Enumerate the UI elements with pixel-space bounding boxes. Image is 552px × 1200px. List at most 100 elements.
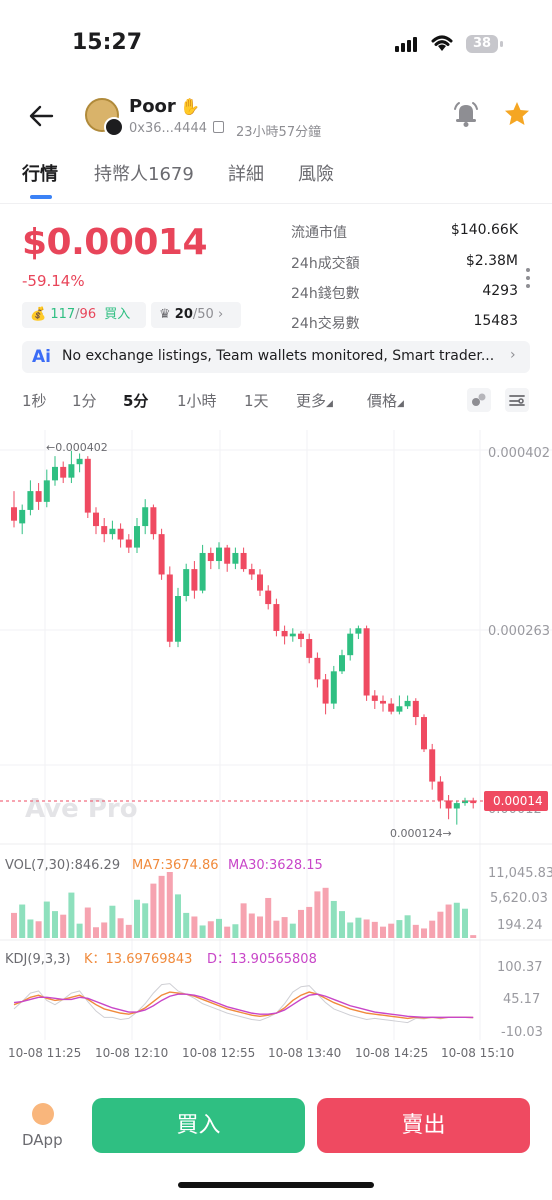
candle-body	[125, 539, 132, 548]
more-vertical-icon[interactable]	[524, 266, 532, 290]
timeframe-1d[interactable]: 1天	[244, 390, 269, 411]
volume-bar	[216, 918, 222, 938]
volume-bar	[84, 907, 91, 938]
kdj-d: D：13.90565808	[207, 952, 317, 967]
volume-bar	[240, 903, 247, 938]
candle-body	[330, 671, 337, 704]
volume-bar	[281, 917, 288, 938]
caret-down-icon: ◢	[397, 399, 404, 409]
buy-button[interactable]: 買入	[92, 1098, 305, 1153]
volume-bar	[388, 923, 395, 938]
kdj-j-line	[13, 983, 474, 1024]
crown-icon: ♛	[159, 307, 171, 322]
candle-body	[11, 507, 17, 521]
kdj-d-line	[13, 993, 474, 1019]
time-axis-label: 10-08 12:10	[95, 1046, 168, 1060]
hand-icon: ✋	[180, 97, 200, 116]
volume-bar	[19, 904, 26, 938]
candle-body	[93, 512, 99, 527]
home-indicator	[178, 1182, 374, 1188]
dapp-label[interactable]: DApp	[22, 1131, 63, 1149]
volume-bar	[289, 923, 296, 938]
chevron-right-icon: ›	[510, 347, 516, 363]
volume-bar	[166, 872, 173, 938]
chevron-right-icon: ›	[217, 307, 224, 322]
timeframe-1m[interactable]: 1分	[72, 390, 97, 411]
tab-risk[interactable]: 風險	[298, 160, 334, 186]
token-name: Poor	[129, 96, 176, 117]
volume-bar	[183, 912, 190, 938]
candle-body	[199, 552, 206, 591]
volume-bar	[396, 920, 403, 938]
tab-holders[interactable]: 持幣人1679	[94, 160, 194, 186]
settings-sliders-icon	[509, 395, 525, 406]
candle-body	[117, 528, 124, 540]
candle-body	[240, 552, 247, 570]
stat-label-wallets: 24h錢包數	[291, 286, 360, 302]
candle-body	[150, 507, 157, 535]
price-mode-select[interactable]: 價格◢	[367, 390, 404, 411]
volume-bar	[429, 920, 436, 938]
copy-icon[interactable]	[213, 121, 224, 133]
volume-bar	[35, 921, 42, 938]
volume-bar	[109, 905, 116, 938]
price-chart[interactable]: Ave Pro ←0.000402 0.000124→ 0.000402 0.0…	[0, 420, 552, 1070]
timeframe-1s[interactable]: 1秒	[22, 390, 47, 411]
volume-bar	[380, 926, 386, 938]
buy-sell-pill[interactable]: 💰 117/96 買入	[22, 302, 146, 328]
kdj-axis-label: 100.37	[497, 960, 543, 975]
tab-details[interactable]: 詳細	[228, 160, 264, 186]
indicator-toggle-button[interactable]	[467, 388, 491, 412]
candle-body	[273, 604, 280, 631]
volume-bar	[207, 921, 214, 938]
tab-market[interactable]: 行情	[22, 160, 58, 186]
volume-bar	[347, 922, 354, 938]
timeframe-5m[interactable]: 5分	[123, 390, 148, 411]
moneybag-icon: 💰	[30, 307, 47, 322]
kdj-axis-label: -10.03	[501, 1025, 543, 1040]
status-time: 15:27	[72, 30, 143, 55]
sellers-count: 96	[79, 307, 97, 322]
candle-body	[224, 547, 231, 564]
volume-bar	[158, 875, 165, 938]
candle-body	[175, 596, 181, 642]
time-axis-label: 10-08 14:25	[355, 1046, 428, 1060]
candle-body	[76, 458, 83, 465]
back-arrow-icon[interactable]	[28, 104, 54, 128]
current-price: $0.00014	[22, 222, 208, 263]
candle-body	[298, 633, 304, 640]
volume-bar	[93, 927, 99, 938]
time-axis-label: 10-08 12:55	[182, 1046, 255, 1060]
timeframe-more[interactable]: 更多◢	[296, 390, 333, 411]
kdj-lines	[13, 983, 474, 1024]
time-axis-label: 10-08 15:10	[441, 1046, 514, 1060]
volume-bar	[273, 920, 280, 938]
candle-body	[101, 526, 108, 535]
stat-label-trades: 24h交易數	[291, 316, 360, 332]
token-address[interactable]: 0x36...4444	[129, 121, 207, 136]
bell-icon[interactable]	[452, 100, 480, 128]
candle-body	[380, 700, 386, 704]
volume-ma30: MA30:3628.15	[228, 858, 323, 873]
volume-bar	[339, 911, 345, 938]
candle-body	[27, 491, 34, 510]
candle-body	[363, 628, 370, 696]
stat-value-wallets: 4293	[482, 283, 518, 299]
candle-body	[183, 569, 190, 596]
volume-bar	[101, 922, 108, 938]
candle-body	[84, 458, 91, 513]
favorite-star-icon[interactable]	[503, 100, 531, 128]
sell-button[interactable]: 賣出	[317, 1098, 530, 1153]
status-bar: 15:27 38	[0, 0, 552, 80]
rank-pill[interactable]: ♛ 20/50 ›	[151, 302, 241, 328]
volume-bar	[257, 916, 263, 938]
volume-bar	[224, 926, 231, 938]
dapp-icon[interactable]	[32, 1103, 54, 1125]
timeframe-1h[interactable]: 1小時	[177, 390, 217, 411]
stat-value-mcap: $140.66K	[450, 222, 518, 238]
battery-tip	[500, 41, 503, 47]
volume-bar	[330, 900, 337, 938]
chart-watermark: Ave Pro	[25, 794, 138, 824]
ai-summary-banner[interactable]: Ai No exchange listings, Team wallets mo…	[22, 341, 530, 373]
chart-settings-button[interactable]	[505, 388, 529, 412]
